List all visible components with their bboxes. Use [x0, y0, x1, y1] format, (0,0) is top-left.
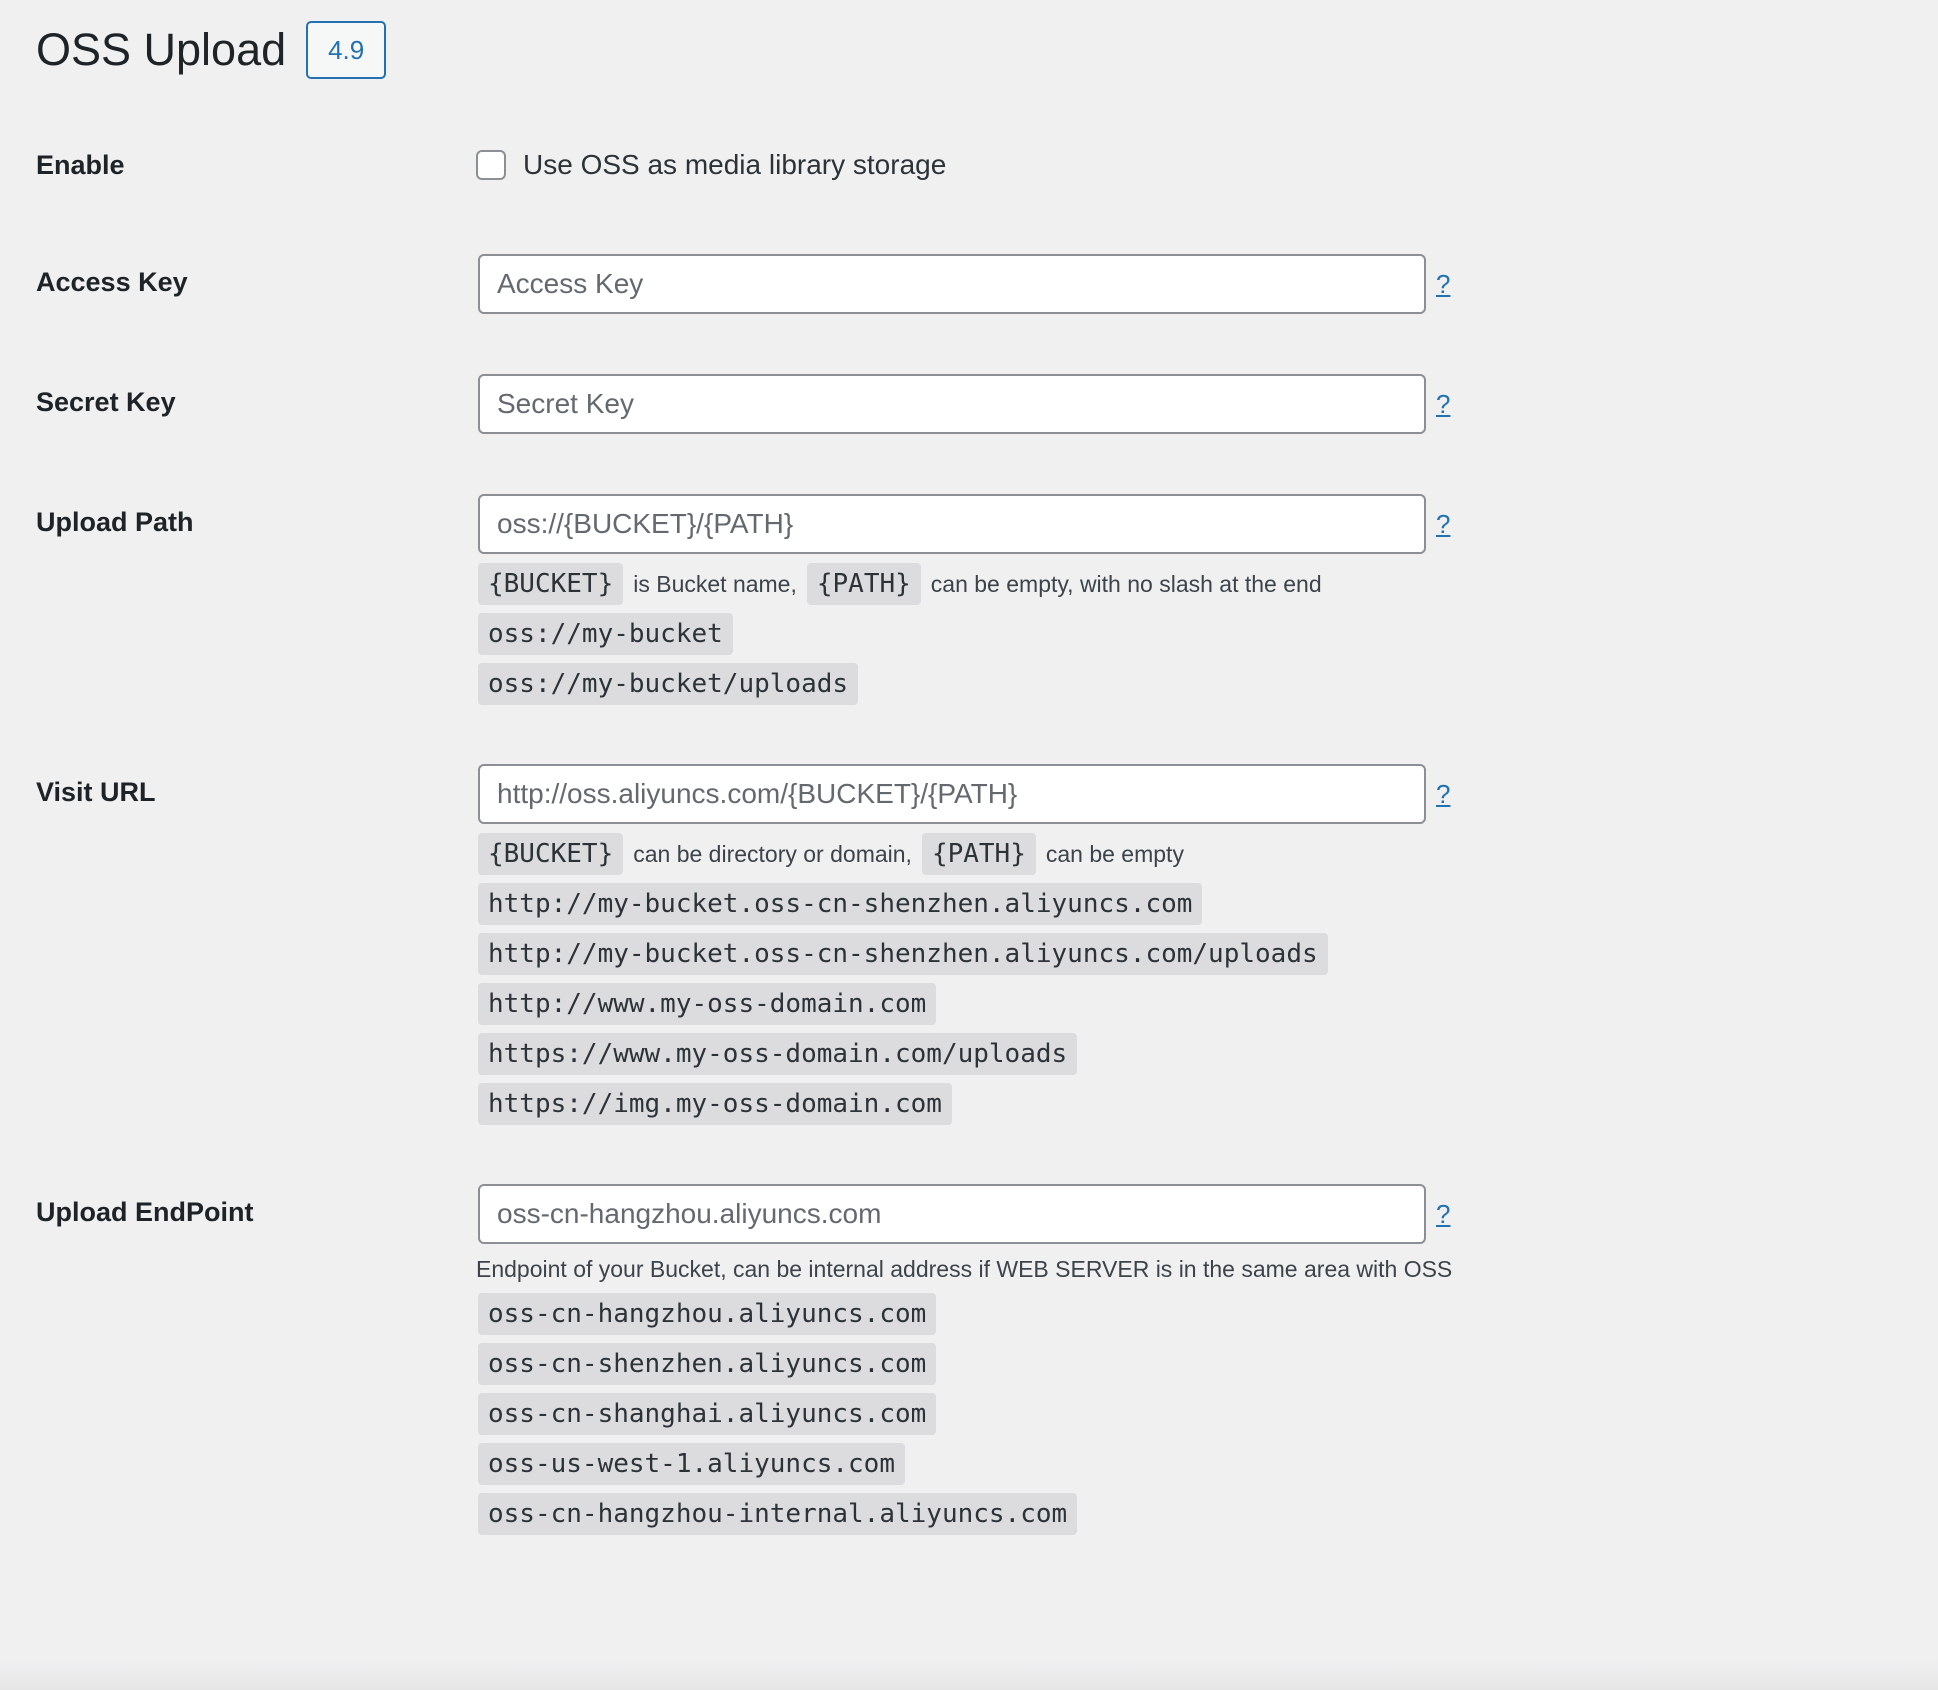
example-line: oss://my-bucket [478, 612, 1450, 656]
example-line: oss-cn-hangzhou-internal.aliyuncs.com [478, 1492, 1452, 1536]
upload-endpoint-field: ? Endpoint of your Bucket, can be intern… [476, 1184, 1453, 1536]
enable-label: Enable [36, 150, 125, 180]
example-line: https://www.my-oss-domain.com/uploads [478, 1032, 1450, 1076]
version-badge: 4.9 [306, 21, 387, 79]
upload-path-hint: {BUCKET} is Bucket name, {PATH} can be e… [478, 562, 1450, 706]
example-line: http://my-bucket.oss-cn-shenzhen.aliyunc… [478, 882, 1450, 926]
visit-url-help-link[interactable]: ? [1436, 779, 1450, 809]
enable-checkbox[interactable] [476, 150, 506, 180]
secret-key-label: Secret Key [36, 387, 176, 417]
example-code: oss-cn-shenzhen.aliyuncs.com [478, 1343, 937, 1385]
example-code: oss://my-bucket [478, 613, 733, 655]
example-line: oss://my-bucket/uploads [478, 662, 1450, 706]
bucket-token: {BUCKET} [478, 563, 624, 605]
path-token: {PATH} [921, 833, 1036, 875]
page-title: OSS Upload [36, 24, 287, 75]
example-code: oss-us-west-1.aliyuncs.com [478, 1443, 905, 1485]
example-code: oss-cn-hangzhou.aliyuncs.com [478, 1293, 937, 1335]
upload-path-field: ? {BUCKET} is Bucket name, {PATH} can be… [478, 494, 1450, 706]
enable-checkbox-label[interactable]: Use OSS as media library storage [523, 149, 946, 181]
hint-text: can be directory or domain, [633, 840, 912, 867]
endpoint-description: Endpoint of your Bucket, can be internal… [476, 1256, 1453, 1282]
secret-key-field: ? [478, 374, 1450, 434]
secret-key-help-link[interactable]: ? [1436, 389, 1450, 419]
example-line: https://img.my-oss-domain.com [478, 1082, 1450, 1126]
visit-url-label: Visit URL [36, 777, 156, 807]
example-line: oss-cn-hangzhou.aliyuncs.com [478, 1292, 1452, 1336]
access-key-input[interactable] [478, 254, 1426, 314]
visit-url-hint: {BUCKET} can be directory or domain, {PA… [478, 832, 1450, 1126]
access-key-label: Access Key [36, 267, 188, 297]
hint-text: is Bucket name, [633, 570, 797, 597]
upload-endpoint-input[interactable] [478, 1184, 1426, 1244]
visit-url-input[interactable] [478, 764, 1426, 824]
access-key-help-link[interactable]: ? [1436, 269, 1450, 299]
page-header: OSS Upload 4.9 [36, 20, 387, 80]
example-code: oss-cn-shanghai.aliyuncs.com [478, 1393, 937, 1435]
example-line: oss-cn-shanghai.aliyuncs.com [478, 1392, 1452, 1436]
example-line: oss-us-west-1.aliyuncs.com [478, 1442, 1452, 1486]
upload-endpoint-label: Upload EndPoint [36, 1197, 254, 1227]
example-line: http://my-bucket.oss-cn-shenzhen.aliyunc… [478, 932, 1450, 976]
path-token: {PATH} [806, 563, 921, 605]
hint-text: can be empty [1045, 840, 1184, 867]
secret-key-input[interactable] [478, 374, 1426, 434]
settings-page: OSS Upload 4.9 Enable Use OSS as media l… [0, 0, 1938, 1690]
example-code: http://my-bucket.oss-cn-shenzhen.aliyunc… [478, 933, 1328, 975]
enable-field: Use OSS as media library storage [476, 149, 946, 181]
enable-checkbox-line[interactable]: Use OSS as media library storage [476, 149, 946, 181]
access-key-field: ? [478, 254, 1450, 314]
upload-endpoint-help-link[interactable]: ? [1436, 1199, 1450, 1229]
example-code: http://www.my-oss-domain.com [478, 983, 937, 1025]
hint-text: can be empty, with no slash at the end [930, 570, 1322, 597]
example-line: oss-cn-shenzhen.aliyuncs.com [478, 1342, 1452, 1386]
example-code: http://my-bucket.oss-cn-shenzhen.aliyunc… [478, 883, 1203, 925]
example-code: oss-cn-hangzhou-internal.aliyuncs.com [478, 1493, 1078, 1535]
example-code: https://img.my-oss-domain.com [478, 1083, 952, 1125]
visit-url-hint-line: {BUCKET} can be directory or domain, {PA… [478, 832, 1450, 876]
upload-path-input[interactable] [478, 494, 1426, 554]
visit-url-field: ? {BUCKET} can be directory or domain, {… [478, 764, 1450, 1126]
upload-endpoint-hint: Endpoint of your Bucket, can be internal… [476, 1252, 1453, 1536]
example-line: http://www.my-oss-domain.com [478, 982, 1450, 1026]
example-code: https://www.my-oss-domain.com/uploads [478, 1033, 1078, 1075]
example-code: oss://my-bucket/uploads [478, 663, 859, 705]
upload-path-help-link[interactable]: ? [1436, 509, 1450, 539]
upload-path-label: Upload Path [36, 507, 194, 537]
upload-path-hint-line: {BUCKET} is Bucket name, {PATH} can be e… [478, 562, 1450, 606]
bottom-shadow [0, 1660, 1938, 1690]
bucket-token: {BUCKET} [478, 833, 624, 875]
